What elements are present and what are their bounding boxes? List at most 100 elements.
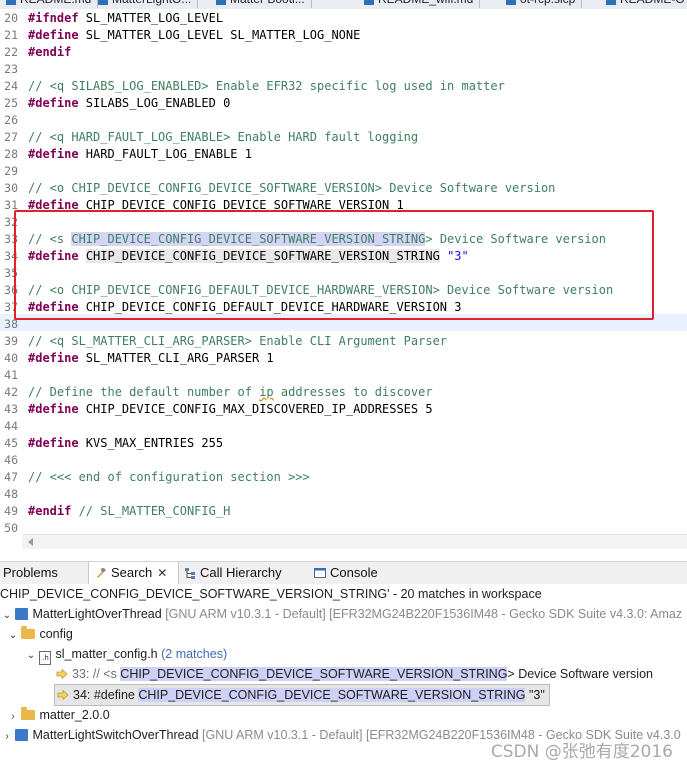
search-match-row[interactable]: 33: // <s CHIP_DEVICE_CONFIG_DEVICE_SOFT… — [56, 664, 653, 684]
code-line[interactable]: 20 #ifndef SL_MATTER_LOG_LEVEL — [0, 10, 687, 27]
code-line[interactable]: 46 — [0, 452, 687, 469]
tree-item-folder-config[interactable]: ⌄ config — [8, 624, 73, 644]
editor-tab-label: Matter Bootl... — [230, 0, 305, 6]
code-line[interactable]: 44 — [0, 418, 687, 435]
line-number: 39 — [4, 334, 18, 348]
code-line[interactable]: 42 // Define the default number of ip add… — [0, 384, 687, 401]
header-file-icon: .h — [39, 651, 52, 665]
code-line[interactable]: 40 #define SL_MATTER_CLI_ARG_PARSER 1 — [0, 350, 687, 367]
file-icon — [364, 0, 374, 5]
code-line[interactable]: 26 — [0, 112, 687, 129]
match-arrow-icon — [57, 690, 69, 700]
code-text: #endif // SL_MATTER_CONFIG_H — [28, 503, 230, 520]
code-line[interactable]: 48 — [0, 486, 687, 503]
code-token: #endif — [28, 45, 72, 59]
editor-horizontal-scrollbar[interactable] — [22, 534, 687, 549]
code-line[interactable]: 45 #define KVS_MAX_ENTRIES 255 — [0, 435, 687, 452]
line-number: 23 — [4, 62, 18, 76]
search-summary: CHIP_DEVICE_CONFIG_DEVICE_SOFTWARE_VERSI… — [0, 587, 542, 601]
code-text: #endif — [28, 44, 71, 61]
tree-item-file[interactable]: ⌄ .h sl_matter_config.h (2 matches) — [26, 644, 227, 666]
code-line[interactable]: 39 // <q SL_MATTER_CLI_ARG_PARSER> Enable… — [0, 333, 687, 350]
line-number: 22 — [4, 45, 18, 59]
scroll-left-icon[interactable] — [28, 538, 33, 546]
chevron-right-icon[interactable]: › — [2, 727, 12, 747]
code-token: // <q HARD_FAULT_LOG_ENABLE> Enable HARD… — [28, 130, 419, 144]
code-text: #define KVS_MAX_ENTRIES 255 — [28, 435, 223, 452]
code-text: // <q SL_MATTER_CLI_ARG_PARSER> Enable C… — [28, 333, 447, 350]
line-number: 27 — [4, 130, 18, 144]
code-line[interactable]: 30 // <o CHIP_DEVICE_CONFIG_DEVICE_SOFTWA… — [0, 180, 687, 197]
line-number: 46 — [4, 453, 18, 467]
line-number: 42 — [4, 385, 18, 399]
code-line[interactable]: 43 #define CHIP_DEVICE_CONFIG_MAX_DISCOVE… — [0, 401, 687, 418]
code-text: #define SL_MATTER_LOG_LEVEL SL_MATTER_LO… — [28, 27, 360, 44]
editor-tab[interactable]: MatterLightO... — [92, 0, 199, 8]
code-line[interactable]: 41 — [0, 367, 687, 384]
line-number: 20 — [4, 11, 18, 25]
code-line[interactable]: 25 #define SILABS_LOG_ENABLED 0 — [0, 95, 687, 112]
chevron-down-icon[interactable]: ⌄ — [26, 646, 36, 666]
code-token: #define — [28, 147, 79, 161]
line-number: 40 — [4, 351, 18, 365]
search-match-row-selected[interactable]: 34: #define CHIP_DEVICE_CONFIG_DEVICE_SO… — [54, 684, 550, 706]
tab-call-hierarchy[interactable]: Call Hierarchy — [184, 562, 282, 584]
chevron-down-icon[interactable]: ⌄ — [2, 606, 12, 626]
code-token: SL_MATTER_LOG_LEVEL — [78, 11, 224, 25]
code-line[interactable]: 21 #define SL_MATTER_LOG_LEVEL SL_MATTER_… — [0, 27, 687, 44]
code-line[interactable]: 23 — [0, 61, 687, 78]
code-line[interactable]: 27 // <q HARD_FAULT_LOG_ENABLE> Enable HA… — [0, 129, 687, 146]
editor-tab[interactable]: ot-rcp.slcp — [500, 0, 583, 8]
code-token: ip — [259, 385, 274, 399]
code-line[interactable]: 28 #define HARD_FAULT_LOG_ENABLE 1 — [0, 146, 687, 163]
tree-item-project[interactable]: ⌄ MatterLightOverThread [GNU ARM v10.3.1… — [2, 604, 682, 624]
code-token: // Define the default number of — [28, 385, 260, 399]
code-token: // <q SILABS_LOG_ENABLED> Enable EFR32 s… — [28, 79, 505, 93]
code-token: // <<< end of configuration section >>> — [28, 470, 310, 484]
code-line[interactable]: 49 #endif // SL_MATTER_CONFIG_H — [0, 503, 687, 520]
editor-tab[interactable]: README.md — [0, 0, 99, 8]
folder-icon — [21, 707, 36, 720]
code-text: #define HARD_FAULT_LOG_ENABLE 1 — [28, 146, 252, 163]
line-number: 26 — [4, 113, 18, 127]
code-text: // <q SILABS_LOG_ENABLED> Enable EFR32 s… — [28, 78, 505, 95]
editor-tab[interactable]: Matter Bootl... — [210, 0, 312, 8]
code-text: // <o CHIP_DEVICE_CONFIG_DEVICE_SOFTWARE… — [28, 180, 555, 197]
chevron-right-icon[interactable]: › — [8, 707, 18, 727]
code-text: // <<< end of configuration section >>> — [28, 469, 310, 486]
line-number: 41 — [4, 368, 18, 382]
code-token: CHIP_DEVICE_CONFIG_MAX_DISCOVERED_IP_ADD… — [78, 402, 433, 416]
code-token: #endif — [28, 504, 72, 518]
code-token: #define — [28, 28, 79, 42]
bottom-view-tabs: Problems Search ✕ Call Hierarchy Console — [0, 561, 687, 585]
project-icon — [15, 608, 29, 620]
match-arrow-icon — [56, 669, 68, 679]
console-icon — [314, 568, 326, 578]
code-token: // <o CHIP_DEVICE_CONFIG_DEVICE_SOFTWARE… — [28, 181, 556, 195]
line-number: 24 — [4, 79, 18, 93]
project-icon — [15, 729, 29, 741]
code-line[interactable]: 24 // <q SILABS_LOG_ENABLED> Enable EFR32… — [0, 78, 687, 95]
tab-console[interactable]: Console — [314, 562, 378, 584]
editor-tab[interactable]: README-OT-R... — [600, 0, 687, 8]
close-icon[interactable]: ✕ — [157, 562, 167, 584]
tab-problems[interactable]: Problems — [0, 562, 58, 584]
code-line[interactable]: 29 — [0, 163, 687, 180]
watermark: CSDN @张弛有度2016 — [490, 742, 673, 762]
file-icon — [6, 0, 16, 5]
folder-icon — [21, 626, 36, 639]
tree-item-folder-matter[interactable]: › matter_2.0.0 — [8, 705, 110, 725]
line-number: 45 — [4, 436, 18, 450]
line-number: 49 — [4, 504, 18, 518]
line-number: 28 — [4, 147, 18, 161]
tab-search[interactable]: Search ✕ — [88, 562, 179, 584]
line-number: 43 — [4, 402, 18, 416]
code-line[interactable]: 22 #endif — [0, 44, 687, 61]
editor-tab[interactable]: README_wifi.md — [358, 0, 481, 8]
line-number: 21 — [4, 28, 18, 42]
code-token: #define — [28, 402, 79, 416]
chevron-down-icon[interactable]: ⌄ — [8, 626, 18, 646]
code-text: #define SL_MATTER_CLI_ARG_PARSER 1 — [28, 350, 274, 367]
code-line[interactable]: 47 // <<< end of configuration section >>… — [0, 469, 687, 486]
code-text: #define SILABS_LOG_ENABLED 0 — [28, 95, 230, 112]
